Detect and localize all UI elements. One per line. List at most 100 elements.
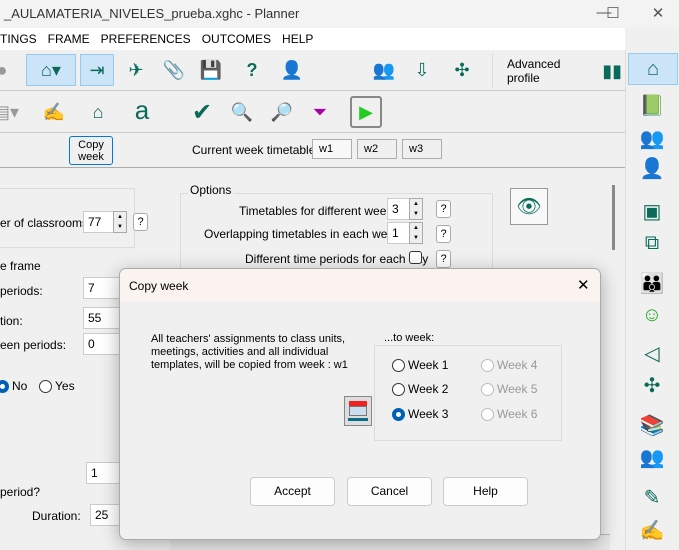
font-icon[interactable]: a xyxy=(128,95,156,125)
attach-icon[interactable]: 📎 xyxy=(160,56,188,84)
help-button[interactable]: Help xyxy=(443,477,528,506)
check-icon[interactable]: ✔ xyxy=(188,98,216,126)
overlap-label: Overlapping timetables in each week: xyxy=(204,227,404,241)
sidebar-merge-icon[interactable]: ✣ xyxy=(636,370,668,400)
export-icon[interactable]: ✈ xyxy=(122,56,150,84)
dialog-close-button[interactable]: ✕ xyxy=(577,276,590,294)
duration-label: tion: xyxy=(0,314,23,328)
to-week-title: ...to week: xyxy=(382,332,437,344)
weeks-label: Timetables for different weeks: xyxy=(239,204,402,218)
magnifier-icon[interactable]: 🔎 xyxy=(268,98,296,126)
help-button[interactable]: ? xyxy=(436,250,451,268)
sidebar-teachers-icon[interactable]: 👥 xyxy=(636,442,668,472)
play-icon[interactable]: ▶ xyxy=(350,96,382,128)
sidebar-books-icon[interactable]: 📚 xyxy=(636,410,668,440)
sidebar-people-icon[interactable]: 👪 xyxy=(636,268,668,298)
title-bar: _AULAMATERIA_NIVELES_prueba.xghc - Plann… xyxy=(0,0,679,28)
generate-icon[interactable]: 👥 xyxy=(370,56,398,84)
radio-week-2[interactable]: Week 2 xyxy=(392,382,448,396)
advanced-profile-button[interactable]: Advanced profile ▮▮ xyxy=(492,53,622,89)
edit-house-icon[interactable]: ⌂ xyxy=(84,98,112,126)
hand-icon[interactable]: ✍ xyxy=(40,98,68,126)
current-week-label: Current week timetable: xyxy=(192,143,319,157)
close-button[interactable]: ✕ xyxy=(648,4,668,24)
radio-week-1[interactable]: Week 1 xyxy=(392,358,448,372)
copy-week-button[interactable]: Copy week xyxy=(69,136,113,165)
books-icon: ▮▮ xyxy=(602,60,622,81)
diff-periods-label: Different time periods for each day xyxy=(245,252,429,266)
maximize-button[interactable]: ☐ xyxy=(603,4,623,24)
window-title: _AULAMATERIA_NIVELES_prueba.xghc - Plann… xyxy=(4,6,300,21)
filter-icon[interactable]: ⏷ xyxy=(306,98,334,126)
radio-week-3[interactable]: Week 3 xyxy=(392,407,448,421)
diff-periods-checkbox[interactable] xyxy=(409,251,422,264)
help-button[interactable]: ? xyxy=(133,213,148,231)
advanced-profile-label: Advanced profile xyxy=(507,57,561,85)
help-button[interactable]: ? xyxy=(436,200,451,218)
import-icon[interactable]: ⇥ xyxy=(80,54,114,86)
options-title: Options xyxy=(188,183,234,197)
menu-settings[interactable]: TINGS xyxy=(0,28,37,50)
circle-icon[interactable]: ● xyxy=(0,56,16,84)
main-toolbar: ● ⌂▾ ⇥ ✈ 📎 💾 ? 👤 👥 ⇩ ✣ Advanced profile … xyxy=(0,50,625,91)
week-tab-w1[interactable]: w1 xyxy=(312,139,352,159)
frame-label: e frame xyxy=(0,259,41,273)
week-tab-w2[interactable]: w2 xyxy=(357,139,397,159)
sidebar-edit-teacher-icon[interactable]: ✍ xyxy=(636,515,668,545)
sidebar-teacher-icon[interactable]: 👤 xyxy=(636,153,668,183)
classrooms-label: er of classrooms: xyxy=(0,216,92,230)
accept-button[interactable]: Accept xyxy=(250,477,335,506)
menu-frame[interactable]: FRAME xyxy=(48,28,90,50)
radio-yes[interactable]: Yes xyxy=(39,379,75,393)
save-icon[interactable]: 💾 xyxy=(197,56,225,84)
sidebar-board-icon[interactable]: ▣ xyxy=(636,196,668,226)
menu-outcomes[interactable]: OUTCOMES xyxy=(202,28,271,50)
copy-calendar-icon[interactable] xyxy=(344,396,372,426)
period-question-label: period? xyxy=(0,485,41,499)
radio-no[interactable]: No xyxy=(0,379,27,393)
sidebar-book-icon[interactable]: 📗 xyxy=(636,90,668,120)
view-schedule-icon[interactable]: 👁 xyxy=(510,188,548,225)
classrooms-stepper[interactable]: 77 ▲ ▼ xyxy=(83,211,127,233)
extra-stepper[interactable]: 1 xyxy=(86,462,120,484)
dialog-title: Copy week xyxy=(129,279,189,293)
menu-help[interactable]: HELP xyxy=(282,28,313,50)
merge-icon[interactable]: ✣ xyxy=(448,56,476,84)
menu-bar: TINGS FRAME PREFERENCES OUTCOMES HELP xyxy=(0,28,625,50)
week-tab-w3[interactable]: w3 xyxy=(402,139,442,159)
overlap-stepper[interactable]: 1 ▲ ▼ xyxy=(387,222,423,244)
sidebar-triangle-icon[interactable]: ◁ xyxy=(636,338,668,368)
duration-stepper[interactable]: 55 xyxy=(83,307,123,329)
sidebar-smile-icon[interactable]: ☺ xyxy=(636,300,668,330)
radio-week-5: Week 5 xyxy=(481,382,537,396)
secondary-toolbar: ▤▾ ✍ ⌂ a ✔ 🔍 🔎 ⏷ ▶ xyxy=(0,92,625,133)
right-sidebar: ⌂ 📗 👥 👤 ▣ ⧉ 👪 ☺ ◁ ✣ 📚 👥 ✎ ✍ xyxy=(625,50,679,550)
cancel-button[interactable]: Cancel xyxy=(347,477,432,506)
duration2-stepper[interactable]: 25 xyxy=(90,504,120,526)
periods-stepper[interactable]: 7 xyxy=(83,277,123,299)
radio-week-6: Week 6 xyxy=(481,407,537,421)
menu-preferences[interactable]: PREFERENCES xyxy=(101,28,191,50)
help-button[interactable]: ? xyxy=(436,225,451,243)
clipboard-icon[interactable]: ▤▾ xyxy=(0,98,20,126)
periods-label: periods: xyxy=(0,284,43,298)
sidebar-home-icon[interactable]: ⌂ xyxy=(628,53,678,85)
radio-week-4: Week 4 xyxy=(481,358,537,372)
download-icon[interactable]: ⇩ xyxy=(408,56,436,84)
weeks-stepper[interactable]: 3 ▲ ▼ xyxy=(387,198,423,220)
search-icon[interactable]: 🔍 xyxy=(228,98,256,126)
between-periods-label: een periods: xyxy=(0,338,67,352)
sidebar-windows-icon[interactable]: ⧉ xyxy=(636,228,668,258)
divider xyxy=(0,167,625,168)
dialog-message: All teachers' assignments to class units… xyxy=(151,333,348,371)
copy-week-dialog: Copy week ✕ All teachers' assignments to… xyxy=(119,268,601,540)
sidebar-pencil-icon[interactable]: ✎ xyxy=(636,482,668,512)
scrollbar[interactable] xyxy=(612,185,615,250)
sidebar-groups-icon[interactable]: 👥 xyxy=(636,123,668,153)
dialog-title-bar: Copy week ✕ xyxy=(120,269,600,301)
support-icon[interactable]: 👤 xyxy=(278,56,306,84)
home-icon[interactable]: ⌂▾ xyxy=(26,54,76,86)
between-periods-stepper[interactable]: 0 xyxy=(83,333,123,355)
duration2-label: Duration: xyxy=(32,509,81,523)
help-pointer-icon[interactable]: ? xyxy=(238,56,266,84)
